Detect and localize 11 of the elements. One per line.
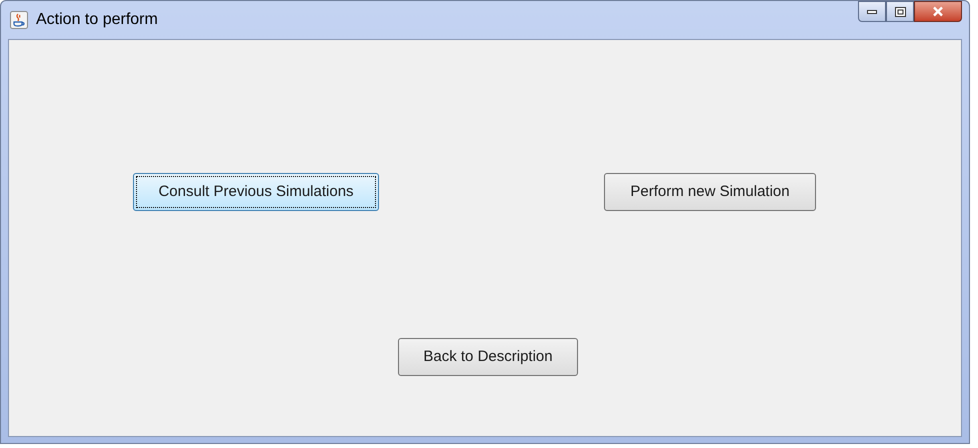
minimize-button[interactable] [858, 1, 886, 22]
window-title: Action to perform [36, 10, 158, 30]
action-button[interactable]: Back to Description [398, 338, 578, 376]
action-button[interactable]: Consult Previous Simulations [133, 173, 379, 211]
action-button[interactable]: Perform new Simulation [604, 173, 816, 211]
coffee-cup-icon [10, 11, 28, 29]
close-icon [932, 6, 944, 17]
maximize-icon [894, 6, 906, 16]
maximize-button[interactable] [886, 1, 914, 22]
close-button[interactable] [914, 1, 962, 22]
minimize-icon [867, 10, 877, 14]
